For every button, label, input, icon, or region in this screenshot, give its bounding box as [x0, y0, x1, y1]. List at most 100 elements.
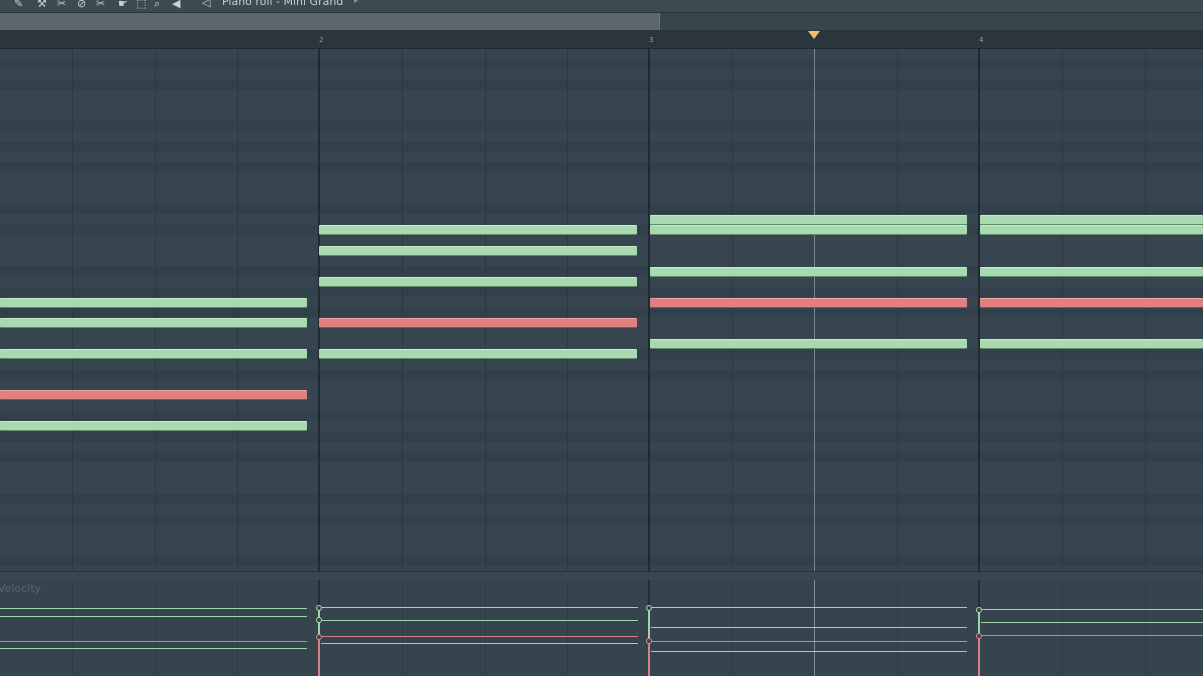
speaker-icon[interactable]: ◁ [202, 0, 210, 9]
velocity-stem-selected[interactable] [648, 640, 650, 676]
beat-line [155, 49, 156, 571]
toolbar: ✎ ⚒ ✂ ⊘ ✂ ☛ ⬚ ⌕ ◀ ◁ Piano roll - Mini Gr… [0, 0, 1203, 13]
key-row [0, 142, 1203, 152]
beat-line [567, 49, 568, 571]
playhead-line [814, 49, 815, 571]
note-grid[interactable] [0, 49, 1203, 571]
velocity-line-selected[interactable] [981, 635, 1203, 636]
note[interactable] [650, 339, 967, 348]
velocity-line[interactable] [981, 609, 1203, 610]
note[interactable] [0, 421, 307, 430]
note[interactable] [319, 225, 637, 234]
key-row [0, 204, 1203, 214]
beat-line [897, 49, 898, 571]
note[interactable] [319, 246, 637, 255]
select-icon[interactable]: ☛ [118, 0, 128, 11]
velocity-stem[interactable] [648, 608, 650, 640]
pencil-icon[interactable]: ✎ [14, 0, 23, 11]
note-selected[interactable] [980, 298, 1203, 307]
velocity-line-selected[interactable] [321, 636, 638, 637]
velocity-line[interactable] [0, 608, 307, 609]
note[interactable] [650, 225, 967, 234]
note[interactable] [650, 267, 967, 276]
velocity-line[interactable] [651, 651, 967, 652]
key-row [0, 287, 1203, 297]
scrollbar-thumb[interactable] [0, 13, 660, 30]
velocity-panel[interactable]: Velocity [0, 580, 1203, 676]
velocity-line[interactable] [321, 607, 638, 608]
beat-line [1145, 49, 1146, 571]
velocity-line-selected[interactable] [651, 641, 967, 642]
velocity-label: Velocity [0, 582, 42, 595]
timeline-ruler[interactable] [0, 30, 1203, 49]
note[interactable] [980, 225, 1203, 234]
playhead-marker-icon[interactable] [808, 31, 820, 39]
velocity-line[interactable] [651, 627, 967, 628]
key-row [0, 162, 1203, 172]
note[interactable] [0, 298, 307, 307]
beat-line [402, 49, 403, 571]
note[interactable] [980, 267, 1203, 276]
beat-line [72, 49, 73, 571]
delete-icon[interactable]: ✂ [57, 0, 66, 11]
velocity-line[interactable] [0, 648, 307, 649]
velocity-handle[interactable] [316, 605, 322, 611]
beat-line [732, 580, 733, 676]
bar-line [648, 49, 650, 571]
beat-line [155, 580, 156, 676]
velocity-handle[interactable] [646, 605, 652, 611]
beat-line [1062, 580, 1063, 676]
beat-line [1062, 49, 1063, 571]
mute-icon[interactable]: ⊘ [77, 0, 86, 11]
key-row [0, 121, 1203, 131]
key-row [0, 370, 1203, 380]
note[interactable] [319, 349, 637, 358]
velocity-line[interactable] [321, 643, 638, 644]
slice-icon[interactable]: ✂ [96, 0, 105, 11]
key-row [0, 556, 1203, 566]
bar-line [978, 49, 980, 571]
note-selected[interactable] [319, 318, 637, 327]
bar-number-2: 2 [319, 36, 324, 44]
note[interactable] [980, 215, 1203, 224]
note-selected[interactable] [650, 298, 967, 307]
brush-icon[interactable]: ⚒ [37, 0, 47, 11]
velocity-handle[interactable] [976, 607, 982, 613]
zoom-icon[interactable]: ⌕ [154, 0, 160, 11]
note[interactable] [319, 277, 637, 286]
velocity-stem-selected[interactable] [978, 636, 980, 676]
velocity-stem-selected[interactable] [318, 638, 320, 676]
note[interactable] [980, 339, 1203, 348]
window-title: Piano roll - Mini Grand [222, 0, 344, 8]
beat-line [732, 49, 733, 571]
note[interactable] [650, 215, 967, 224]
playhead-line [814, 580, 815, 676]
key-row [0, 515, 1203, 525]
key-row [0, 432, 1203, 442]
beat-line [72, 580, 73, 676]
beat-line [567, 580, 568, 676]
velocity-line[interactable] [651, 607, 967, 608]
bar-number-3: 3 [649, 36, 654, 44]
beat-line [237, 49, 238, 571]
velocity-handle[interactable] [976, 633, 982, 639]
beat-line [237, 580, 238, 676]
bar-number-4: 4 [979, 36, 984, 44]
title-menu-arrow-icon[interactable]: ▸ [354, 0, 358, 5]
note[interactable] [0, 349, 307, 358]
velocity-line[interactable] [981, 622, 1203, 623]
key-row [0, 411, 1203, 421]
note[interactable] [0, 318, 307, 327]
velocity-line-selected[interactable] [0, 641, 307, 642]
beat-line [485, 49, 486, 571]
beat-line [1145, 580, 1146, 676]
key-row [0, 452, 1203, 462]
playback-icon[interactable]: ◀ [172, 0, 180, 11]
note-selected[interactable] [0, 390, 307, 399]
velocity-line[interactable] [0, 616, 307, 617]
velocity-line[interactable] [321, 620, 638, 621]
select-icon-2[interactable]: ⬚ [136, 0, 146, 11]
velocity-handle[interactable] [316, 634, 322, 640]
key-row [0, 59, 1203, 69]
horizontal-scrollbar[interactable] [0, 13, 1203, 30]
